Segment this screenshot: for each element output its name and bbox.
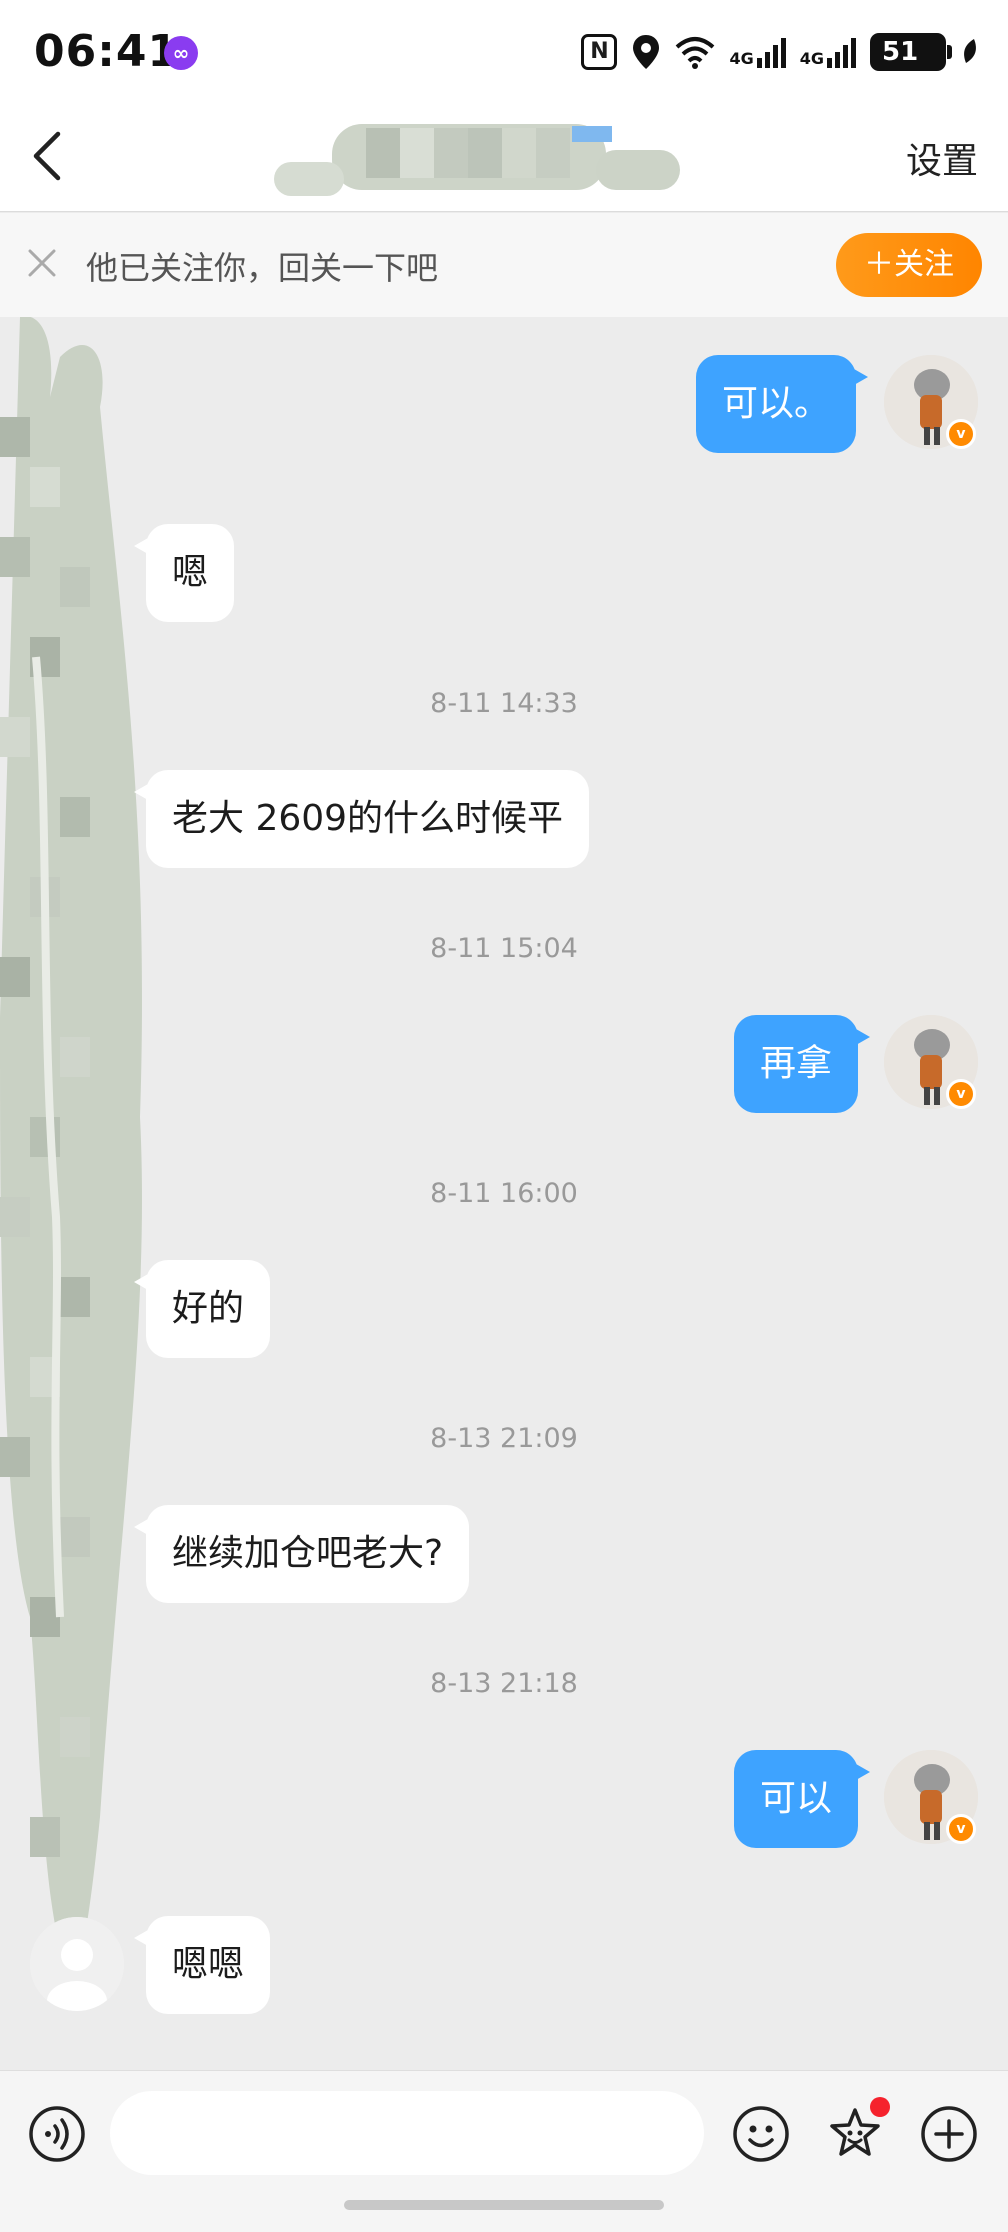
notification-dot [870, 2097, 890, 2117]
status-bar: 06:41 ∞ N 4G 4G 51 [0, 0, 1008, 100]
nfc-icon: N [581, 34, 618, 70]
signal-bars-icon [756, 36, 786, 68]
message-timestamp: 8-13 21:18 [430, 1668, 578, 1699]
chat-header: 设置 [0, 100, 1008, 212]
leaf-icon [964, 39, 976, 63]
signal-bars-icon [827, 36, 856, 68]
incoming-message[interactable]: 老大 2609的什么时候平 [133, 770, 590, 868]
back-arrow-icon[interactable] [26, 128, 70, 184]
verified-badge-icon: v [946, 419, 976, 449]
battery-icon: 51 [870, 33, 952, 71]
emoji-icon[interactable] [732, 2105, 790, 2163]
verified-badge-icon: v [946, 1079, 976, 1109]
incoming-message[interactable]: 嗯嗯 [133, 1916, 271, 2014]
follow-back-banner: 他已关注你，回关一下吧 ＋关注 [0, 213, 1008, 317]
network-type-label: 4G [799, 49, 824, 68]
redacted-avatar-strip [0, 317, 142, 1977]
incoming-message[interactable]: 好的 [133, 1260, 271, 1358]
close-icon[interactable] [26, 247, 58, 279]
settings-button[interactable]: 设置 [906, 132, 978, 184]
message-input[interactable] [110, 2091, 704, 2175]
outgoing-message[interactable]: 再拿 [734, 1015, 871, 1113]
follow-back-text: 他已关注你，回关一下吧 [86, 249, 439, 287]
incoming-message[interactable]: 嗯 [133, 524, 235, 622]
message-timestamp: 8-13 21:09 [430, 1423, 578, 1454]
voice-icon[interactable] [28, 2105, 86, 2163]
home-indicator[interactable] [344, 2200, 664, 2210]
wifi-icon [676, 37, 715, 69]
message-list[interactable]: 可以。 v 嗯 8-11 14:33 老大 2609的什么时候平 8-11 15… [0, 317, 1008, 2070]
status-time: 06:41 [34, 26, 180, 77]
signal-4g-2: 4G [800, 36, 856, 68]
follow-button[interactable]: ＋关注 [836, 233, 982, 297]
contact-avatar[interactable] [30, 1917, 124, 2011]
location-icon [633, 35, 660, 69]
incoming-message[interactable]: 继续加仓吧老大? [133, 1505, 470, 1603]
message-timestamp: 8-11 14:33 [430, 688, 578, 719]
default-avatar-icon [30, 1917, 124, 2011]
network-type-label: 4G [729, 49, 754, 68]
app-notification-icon: ∞ [164, 36, 198, 70]
verified-badge-icon: v [946, 1814, 976, 1844]
plus-icon[interactable] [920, 2105, 978, 2163]
message-timestamp: 8-11 15:04 [430, 933, 578, 964]
status-icons: N 4G 4G 51 [581, 30, 980, 74]
outgoing-message[interactable]: 可以 [734, 1750, 871, 1848]
contact-name-redacted [274, 124, 680, 196]
outgoing-message[interactable]: 可以。 [696, 355, 869, 453]
signal-4g-1: 4G [729, 36, 786, 68]
message-timestamp: 8-11 16:00 [430, 1178, 578, 1209]
